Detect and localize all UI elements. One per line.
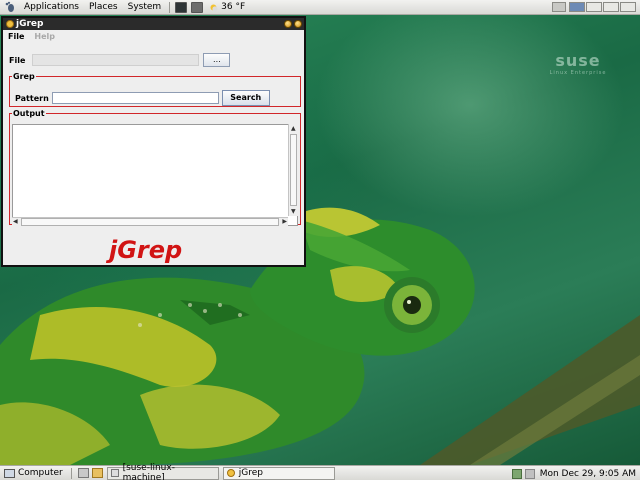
network-icon[interactable] [511,468,522,479]
taskbar-item-label: [suse-linux-machine] [122,463,175,480]
file-row: File ... [9,53,231,67]
suse-logo-subtitle: Linux Enterprise [549,70,607,76]
computer-icon[interactable] [4,468,15,478]
volume-icon[interactable] [524,468,535,479]
pattern-input[interactable] [51,92,219,104]
gnome-foot-icon[interactable] [4,1,16,13]
search-button[interactable]: Search [221,90,270,106]
top-panel: Applications Places System 36 °F [0,0,640,15]
jgrep-window: jGrep File Help File ... Grep Pattern Se… [1,16,306,267]
workspace-1[interactable] [569,2,585,12]
grep-group-title: Grep [13,72,35,81]
taskbar-item-suse-linux-machine[interactable]: [suse-linux-machine] [106,463,219,480]
browse-button[interactable]: ... [203,53,231,67]
help-menu[interactable]: Help [29,32,60,41]
jgrep-logo: jGrep [109,236,183,264]
panel-separator [169,1,171,13]
panel-separator [70,467,72,479]
suse-logo-word: suse [555,51,601,70]
screenshot-launcher-icon[interactable] [191,1,204,13]
show-desktop-icon[interactable] [77,468,89,478]
window-app-icon[interactable] [6,20,14,28]
suse-logo: suse Linux Enterprise [548,33,608,83]
minimize-button[interactable] [284,20,292,28]
terminal-task-icon [110,469,119,477]
output-textarea[interactable] [12,124,298,226]
system-menu[interactable]: System [123,0,167,15]
taskbar-item-jgrep[interactable]: jGrep [222,466,335,480]
window-titlebar[interactable]: jGrep [3,18,304,30]
bottom-panel: Computer [suse-linux-machine] jGrep Mon … [0,463,640,480]
computer-menu[interactable]: Computer [18,468,63,478]
places-menu[interactable]: Places [84,0,123,15]
workspace-switcher [551,2,636,12]
file-path-field[interactable] [32,54,200,66]
system-tray: Mon Dec 29, 9:05 AM [511,467,636,480]
close-button[interactable] [294,20,302,28]
jgrep-task-icon [226,469,235,477]
terminal-launcher-icon[interactable] [175,1,188,13]
pattern-label: Pattern [15,93,49,103]
applications-menu[interactable]: Applications [19,0,84,15]
clock[interactable]: Mon Dec 29, 9:05 AM [540,469,636,479]
output-group: Output ▲ ▼ ◀ ▶ [9,109,301,226]
window-menubar: File Help [3,30,304,43]
weather-temperature[interactable]: 36 °F [221,2,245,12]
weather-sun-icon[interactable] [208,2,219,13]
workspace-2[interactable] [586,2,602,12]
workspace-3[interactable] [603,2,619,12]
show-desktop-icon[interactable] [552,2,566,12]
pattern-row: Pattern Search [15,90,270,106]
taskbar-item-label: jGrep [238,468,263,478]
workspace-4[interactable] [620,2,636,12]
window-controls [282,20,302,28]
folder-icon[interactable] [91,468,103,478]
window-title: jGrep [16,19,44,29]
file-label: File [9,55,26,65]
file-menu[interactable]: File [3,32,29,41]
output-group-title: Output [13,109,45,118]
grep-group: Grep Pattern Search [9,72,301,107]
